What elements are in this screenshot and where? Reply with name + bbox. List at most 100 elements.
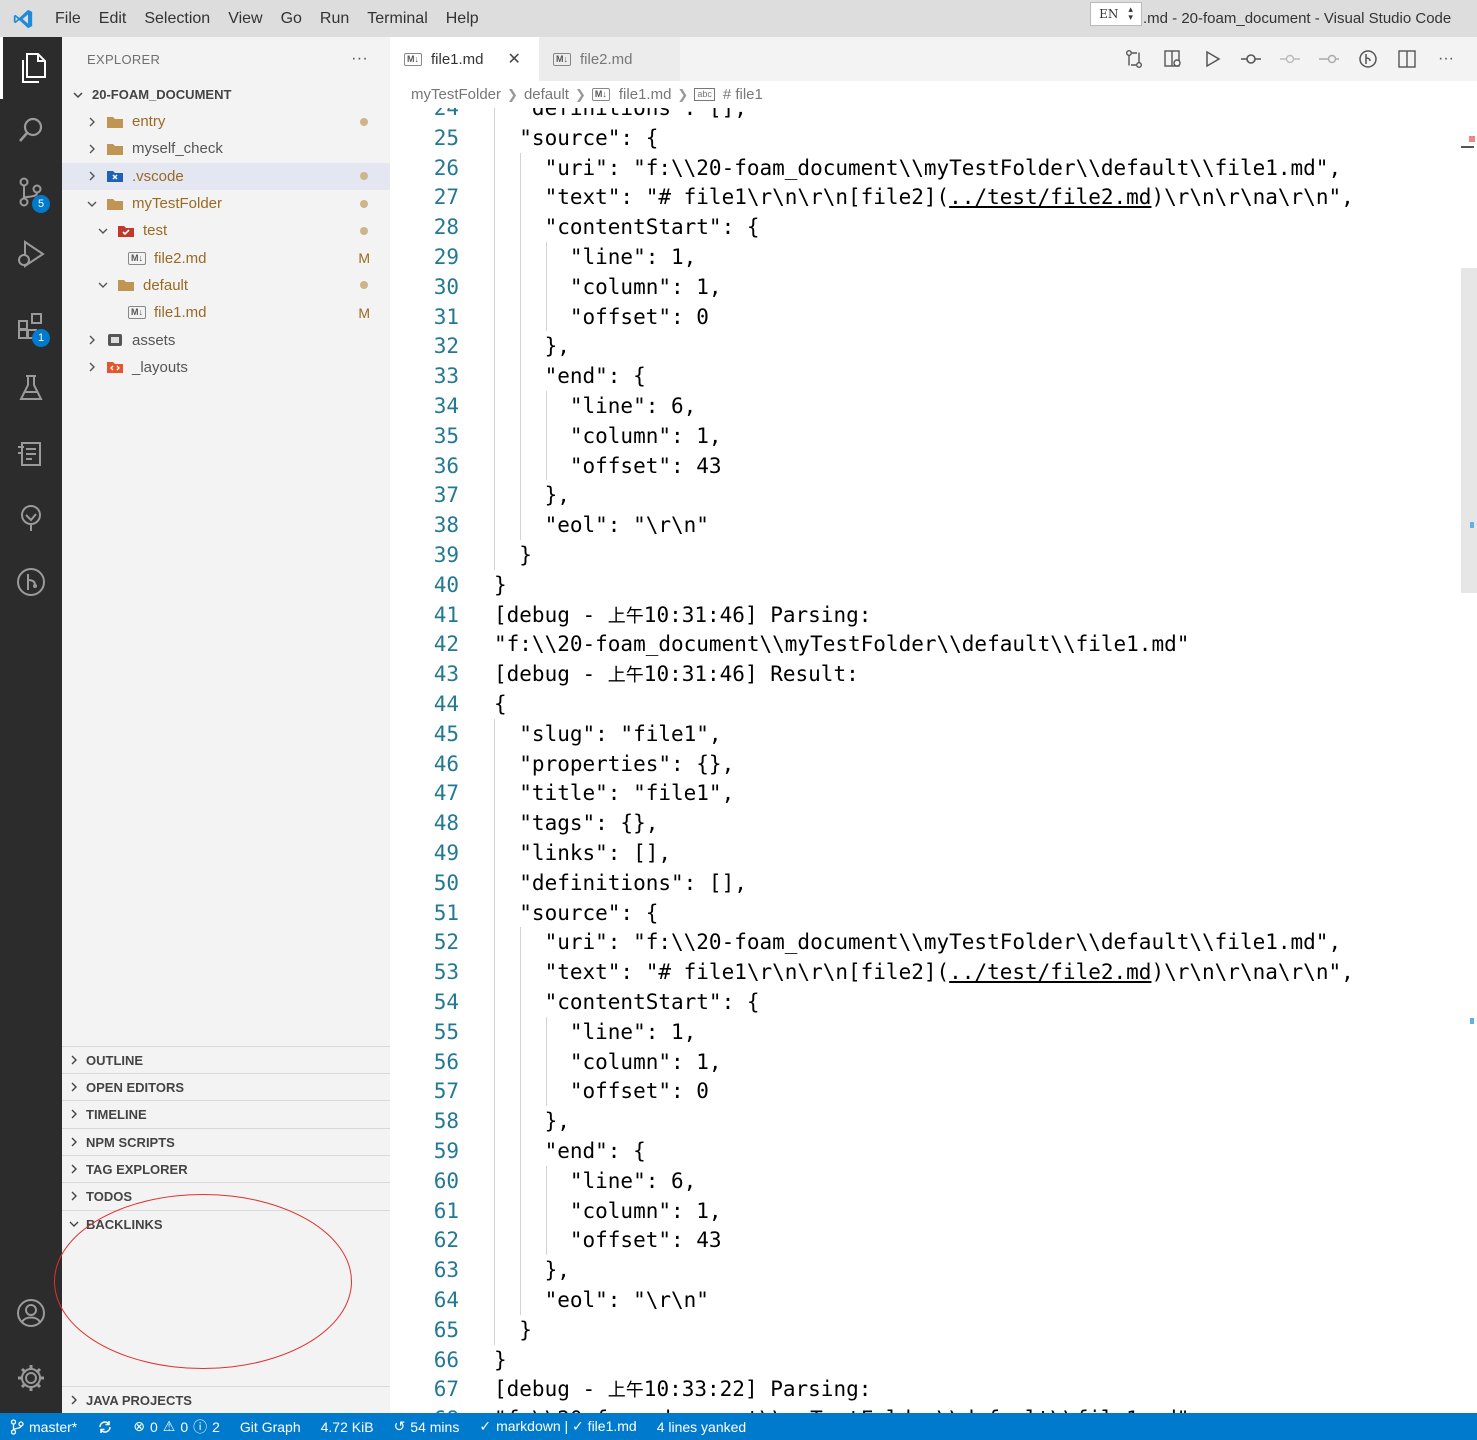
section-timeline[interactable]: TIMELINE bbox=[62, 1100, 390, 1127]
code-line[interactable]: 62 "offset": 43 bbox=[390, 1225, 1460, 1255]
code-line[interactable]: 55 "line": 1, bbox=[390, 1017, 1460, 1047]
accounts-activity[interactable] bbox=[0, 1282, 62, 1344]
link-text[interactable]: ../test/file2.md bbox=[949, 185, 1151, 209]
code-line[interactable]: 67 [debug - 上午10:33:22] Parsing: bbox=[390, 1374, 1460, 1404]
tree-item-assets[interactable]: assets bbox=[62, 326, 390, 353]
problems-status[interactable]: ⊗ 0 ⚠ 0 ⓘ 2 bbox=[133, 1417, 220, 1437]
breadcrumb-file[interactable]: file1.md bbox=[619, 86, 672, 103]
search-activity[interactable] bbox=[0, 99, 62, 161]
tree-item-entry[interactable]: entry bbox=[62, 108, 390, 135]
testing-activity[interactable] bbox=[0, 357, 62, 419]
next-change-icon[interactable] bbox=[1318, 48, 1340, 70]
code-line[interactable]: 64 "eol": "\r\n" bbox=[390, 1285, 1460, 1315]
menu-terminal[interactable]: Terminal bbox=[358, 0, 436, 37]
breadcrumb-folder[interactable]: myTestFolder bbox=[411, 86, 501, 103]
editor-scrollbar[interactable] bbox=[1461, 108, 1477, 1413]
tree-item-mytestfolder[interactable]: myTestFolder bbox=[62, 190, 390, 217]
code-line[interactable]: 54 "contentStart": { bbox=[390, 987, 1460, 1017]
tree-item-file2-md[interactable]: M↓ file2.md M bbox=[62, 244, 390, 271]
code-line[interactable]: 41 [debug - 上午10:31:46] Parsing: bbox=[390, 600, 1460, 630]
section-outline[interactable]: OUTLINE bbox=[62, 1046, 390, 1073]
file-size-status[interactable]: 4.72 KiB bbox=[321, 1419, 374, 1435]
tab-file2[interactable]: M↓ file2.md bbox=[539, 37, 680, 81]
source-control-activity[interactable]: 5 bbox=[0, 161, 62, 223]
code-line[interactable]: 48 "tags": {}, bbox=[390, 808, 1460, 838]
split-editor-icon[interactable] bbox=[1396, 48, 1418, 70]
menu-view[interactable]: View bbox=[219, 0, 271, 37]
run-icon[interactable] bbox=[1201, 48, 1223, 70]
manage-activity[interactable] bbox=[0, 1347, 62, 1409]
code-line[interactable]: 42 "f:\\20-foam_document\\myTestFolder\\d… bbox=[390, 629, 1460, 659]
code-line[interactable]: 58 }, bbox=[390, 1106, 1460, 1136]
tree-item-test[interactable]: test bbox=[62, 217, 390, 244]
tree-item-file1-md[interactable]: M↓ file1.md M bbox=[62, 299, 390, 326]
git-commit-icon[interactable] bbox=[1240, 48, 1262, 70]
tree-item-vscode[interactable]: .vscode bbox=[62, 162, 390, 190]
code-line[interactable]: 44 { bbox=[390, 689, 1460, 719]
tree-item-default[interactable]: default bbox=[62, 272, 390, 299]
extensions-activity[interactable]: 1 bbox=[0, 295, 62, 357]
code-line[interactable]: 32 }, bbox=[390, 331, 1460, 361]
section-tag-explorer[interactable]: TAG EXPLORER bbox=[62, 1155, 390, 1182]
code-line[interactable]: 56 "column": 1, bbox=[390, 1047, 1460, 1077]
code-line[interactable]: 28 "contentStart": { bbox=[390, 212, 1460, 242]
more-actions-icon[interactable]: ··· bbox=[351, 50, 368, 68]
breadcrumb-symbol[interactable]: # file1 bbox=[723, 86, 763, 103]
code-line[interactable]: 66} bbox=[390, 1345, 1460, 1375]
more-actions-icon[interactable]: ··· bbox=[1435, 48, 1457, 70]
run-debug-activity[interactable] bbox=[0, 223, 62, 285]
language-status[interactable]: ✓ markdown | ✓ file1.md bbox=[479, 1418, 636, 1435]
code-editor[interactable]: 24 "definitions": [], 25 "source": {26 "u… bbox=[390, 108, 1477, 1413]
compare-changes-icon[interactable] bbox=[1123, 48, 1145, 70]
code-line[interactable]: 30 "column": 1, bbox=[390, 272, 1460, 302]
tab-file1[interactable]: M↓ file1.md ✕ bbox=[390, 37, 539, 81]
code-line[interactable]: 59 "end": { bbox=[390, 1136, 1460, 1166]
code-line[interactable]: 35 "column": 1, bbox=[390, 421, 1460, 451]
menu-go[interactable]: Go bbox=[272, 0, 311, 37]
branch-status[interactable]: master* bbox=[10, 1419, 77, 1435]
code-line[interactable]: 25 "source": { bbox=[390, 123, 1460, 153]
code-line[interactable]: 26 "uri": "f:\\20-foam_document\\myTestF… bbox=[390, 153, 1460, 183]
code-line[interactable]: 34 "line": 6, bbox=[390, 391, 1460, 421]
breadcrumb-subfolder[interactable]: default bbox=[524, 86, 569, 103]
code-line[interactable]: 68 "f:\\20-foam_document\\myTestFolder\\d… bbox=[390, 1404, 1460, 1413]
git-graph-status[interactable]: Git Graph bbox=[240, 1419, 301, 1435]
code-line[interactable]: 24 "definitions": [], bbox=[390, 108, 1460, 123]
code-line[interactable]: 40} bbox=[390, 570, 1460, 600]
git-graph-activity[interactable] bbox=[0, 551, 62, 613]
workspace-root[interactable]: 20-FOAM_DOCUMENT bbox=[62, 81, 390, 108]
code-line[interactable]: 61 "column": 1, bbox=[390, 1196, 1460, 1226]
code-line[interactable]: 38 "eol": "\r\n" bbox=[390, 510, 1460, 540]
tree-item-layouts[interactable]: _layouts bbox=[62, 354, 390, 381]
code-line[interactable]: 27 "text": "# file1\r\n\r\n[file2](../te… bbox=[390, 182, 1460, 212]
explorer-activity[interactable] bbox=[0, 37, 62, 99]
code-line[interactable]: 43 [debug - 上午10:31:46] Result: bbox=[390, 659, 1460, 689]
code-line[interactable]: 65 } bbox=[390, 1315, 1460, 1345]
code-line[interactable]: 57 "offset": 0 bbox=[390, 1076, 1460, 1106]
code-line[interactable]: 47 "title": "file1", bbox=[390, 778, 1460, 808]
menu-file[interactable]: File bbox=[46, 0, 90, 37]
code-line[interactable]: 33 "end": { bbox=[390, 361, 1460, 391]
menu-edit[interactable]: Edit bbox=[90, 0, 136, 37]
close-icon[interactable]: ✕ bbox=[508, 49, 521, 69]
previous-change-icon[interactable] bbox=[1279, 48, 1301, 70]
scrollbar-thumb[interactable] bbox=[1461, 268, 1477, 593]
code-line[interactable]: 52 "uri": "f:\\20-foam_document\\myTestF… bbox=[390, 927, 1460, 957]
section-npm-scripts[interactable]: NPM SCRIPTS bbox=[62, 1128, 390, 1155]
code-line[interactable]: 37 }, bbox=[390, 480, 1460, 510]
menu-help[interactable]: Help bbox=[437, 0, 488, 37]
code-line[interactable]: 60 "line": 6, bbox=[390, 1166, 1460, 1196]
git-graph-toolbar-icon[interactable] bbox=[1357, 48, 1379, 70]
code-line[interactable]: 53 "text": "# file1\r\n\r\n[file2](../te… bbox=[390, 957, 1460, 987]
ime-indicator[interactable]: EN ▴ ▾ bbox=[1090, 2, 1142, 26]
section-java-projects[interactable]: JAVA PROJECTS bbox=[62, 1386, 390, 1413]
code-line[interactable]: 46 "properties": {}, bbox=[390, 749, 1460, 779]
code-line[interactable]: 45 "slug": "file1", bbox=[390, 719, 1460, 749]
code-line[interactable]: 39 } bbox=[390, 540, 1460, 570]
section-open-editors[interactable]: OPEN EDITORS bbox=[62, 1073, 390, 1100]
menu-selection[interactable]: Selection bbox=[135, 0, 219, 37]
tree-activity[interactable] bbox=[0, 487, 62, 549]
code-line[interactable]: 63 }, bbox=[390, 1255, 1460, 1285]
sync-status[interactable] bbox=[97, 1419, 113, 1435]
remote-explorer-activity[interactable] bbox=[0, 423, 62, 485]
